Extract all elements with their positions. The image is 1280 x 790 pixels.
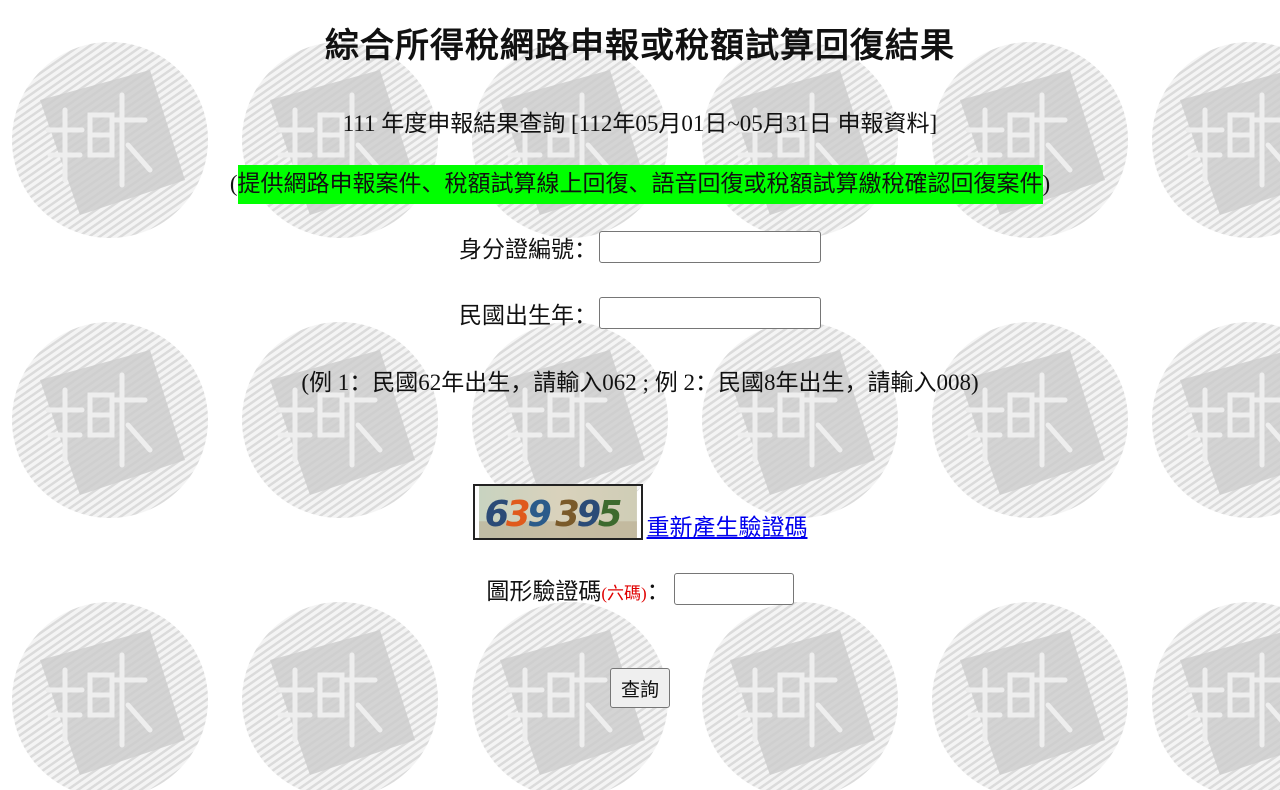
- notice-open-paren: (: [229, 171, 238, 196]
- captcha-length-note: (六碼): [601, 584, 647, 603]
- query-period-subtitle: 111 年度申報結果查詢 [112年05月01日~05月31日 申報資料]: [342, 111, 938, 136]
- captcha-input[interactable]: [673, 573, 794, 605]
- captcha-label: 圖形驗證碼(六碼)：: [486, 579, 669, 604]
- captcha-label-text: 圖形驗證碼: [486, 579, 602, 604]
- page-title: 綜合所得稅網路申報或稅額試算回復結果: [325, 26, 955, 66]
- notice-highlight: 提供網路申報案件、稅額試算線上回復、語音回復或稅額試算繳稅確認回復案件: [237, 165, 1043, 204]
- captcha-input-row: 圖形驗證碼(六碼)：: [0, 572, 1280, 606]
- captcha-digit: 5: [597, 494, 622, 535]
- birth-year-row: 民國出生年：: [0, 296, 1280, 330]
- birth-year-label: 民國出生年：: [459, 303, 597, 328]
- captcha-label-colon: ：: [646, 579, 670, 604]
- captcha-row: 6 3 9 3 9 5 重新產生驗證碼: [0, 484, 1280, 540]
- birth-year-input[interactable]: [599, 297, 821, 329]
- captcha-digit: 9: [527, 494, 552, 535]
- captcha-image: 6 3 9 3 9 5: [472, 484, 643, 540]
- birth-year-example: (例 1：民國62年出生，請輸入062 ; 例 2：民國8年出生，請輸入008): [301, 370, 979, 395]
- notice-close-paren: ): [1042, 171, 1051, 196]
- main-content: 綜合所得稅網路申報或稅額試算回復結果 111 年度申報結果查詢 [112年05月…: [0, 0, 1280, 790]
- submit-row: 查詢: [0, 668, 1280, 708]
- case-type-notice: (提供網路申報案件、稅額試算線上回復、語音回復或稅額試算繳稅確認回復案件): [0, 164, 1280, 204]
- id-number-input[interactable]: [599, 231, 821, 263]
- id-number-row: 身分證編號：: [0, 230, 1280, 264]
- refresh-captcha-link[interactable]: 重新產生驗證碼: [647, 515, 808, 540]
- id-number-label: 身分證編號：: [459, 237, 597, 262]
- query-button[interactable]: 查詢: [609, 668, 670, 708]
